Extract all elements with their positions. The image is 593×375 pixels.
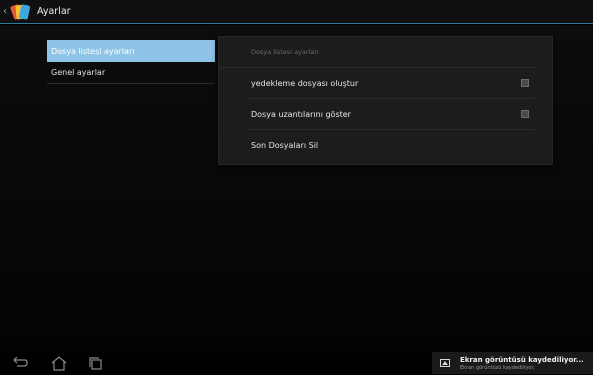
category-item-general[interactable]: Genel ayarlar [47,62,215,84]
pref-show-extensions[interactable]: Dosya uzantılarını göster [247,99,534,130]
up-caret-icon[interactable]: ‹ [3,6,9,17]
pref-label: Dosya uzantılarını göster [251,109,351,119]
category-item-file-list[interactable]: Dosya listesi ayarları [47,40,215,62]
notification-subtitle: Ekran görüntüsü kaydediliyor. [460,364,535,371]
settings-content: Dosya listesi ayarları Genel ayarlar Dos… [0,25,593,351]
action-bar: ‹ Ayarlar [0,0,593,24]
settings-category-list: Dosya listesi ayarları Genel ayarlar [47,40,215,84]
category-label: Dosya listesi ayarları [51,46,135,56]
pref-label: Son Dosyaları Sil [251,141,319,150]
pref-clear-recent[interactable]: Son Dosyaları Sil [247,130,534,161]
screenshot-notification[interactable]: Ekran görüntüsü kaydediliyor... Ekran gö… [432,352,593,374]
show-extensions-checkbox[interactable] [521,110,529,118]
pref-create-backup[interactable]: yedekleme dosyası oluştur [247,68,534,99]
back-icon[interactable] [11,355,29,371]
page-title: Ayarlar [37,6,71,17]
recent-apps-icon[interactable] [87,355,105,371]
notification-title: Ekran görüntüsü kaydediliyor... [460,355,584,364]
file-manager-icon[interactable] [9,2,32,22]
create-backup-checkbox[interactable] [521,79,529,87]
home-icon[interactable] [50,355,68,371]
screenshot-icon [440,359,450,367]
category-label: Genel ayarlar [51,68,106,77]
panel-header: Dosya listesi ayarları [219,37,534,68]
preferences-panel: Dosya listesi ayarları yedekleme dosyası… [218,36,553,165]
pref-label: yedekleme dosyası oluştur [251,78,359,88]
